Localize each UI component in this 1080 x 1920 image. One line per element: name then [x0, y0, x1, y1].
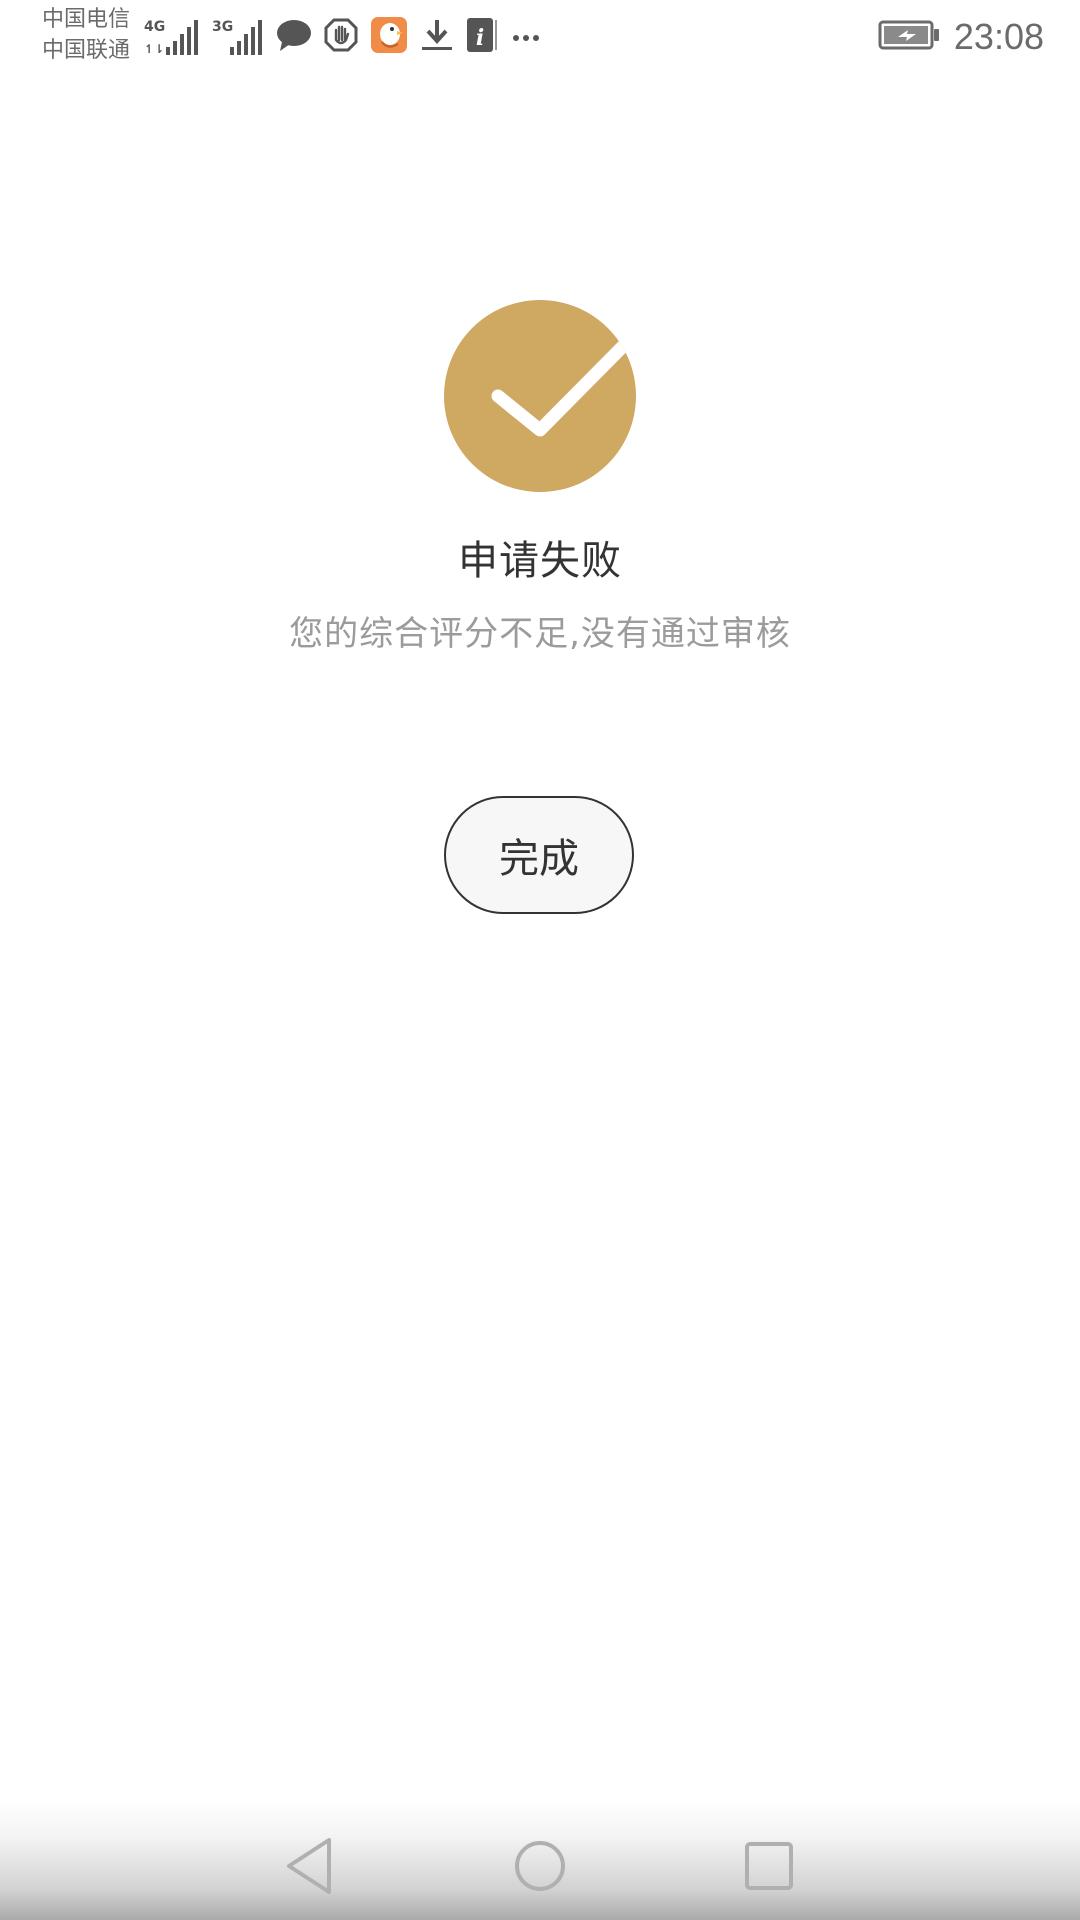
navigation-bar — [0, 1800, 1080, 1920]
svg-text:i: i — [476, 25, 484, 51]
signal-3g-icon: 3G — [212, 17, 264, 57]
done-button[interactable]: 完成 — [444, 796, 634, 914]
app-bird-icon — [370, 16, 408, 58]
download-icon — [420, 17, 454, 57]
clock: 23:08 — [953, 16, 1044, 57]
signal-4g-icon: 4G ↿⇂ — [142, 17, 200, 57]
screen: 中国电信 中国联通 4G ↿⇂ 3G i 23:08 申请失败 您的综合评分不足… — [0, 0, 1080, 1920]
info-icon: i — [466, 16, 500, 58]
carrier-1-label: 中国电信 — [42, 7, 131, 32]
battery-charging-icon — [878, 19, 940, 55]
back-icon[interactable] — [273, 1830, 345, 1902]
chat-bubble-icon — [276, 18, 312, 56]
checkmark-circle-icon — [444, 300, 636, 492]
svg-text:↿⇂: ↿⇂ — [144, 42, 164, 56]
status-icons: 4G ↿⇂ 3G i — [142, 14, 554, 60]
signal-3g-label: 3G — [212, 19, 234, 35]
result-subtitle: 您的综合评分不足,没有通过审核 — [289, 614, 791, 654]
home-icon[interactable] — [504, 1830, 576, 1902]
signal-4g-label: 4G — [144, 19, 166, 35]
done-button-label: 完成 — [499, 836, 579, 882]
status-right: 23:08 — [878, 14, 1044, 60]
carrier-labels: 中国电信 中国联通 — [42, 4, 130, 66]
carrier-2-label: 中国联通 — [42, 38, 131, 63]
recent-apps-icon[interactable] — [733, 1830, 805, 1902]
status-bar: 中国电信 中国联通 4G ↿⇂ 3G i 23:08 — [0, 0, 1080, 75]
more-dots-icon — [512, 28, 542, 47]
result-title: 申请失败 — [458, 538, 622, 584]
hand-stop-icon — [324, 18, 358, 56]
